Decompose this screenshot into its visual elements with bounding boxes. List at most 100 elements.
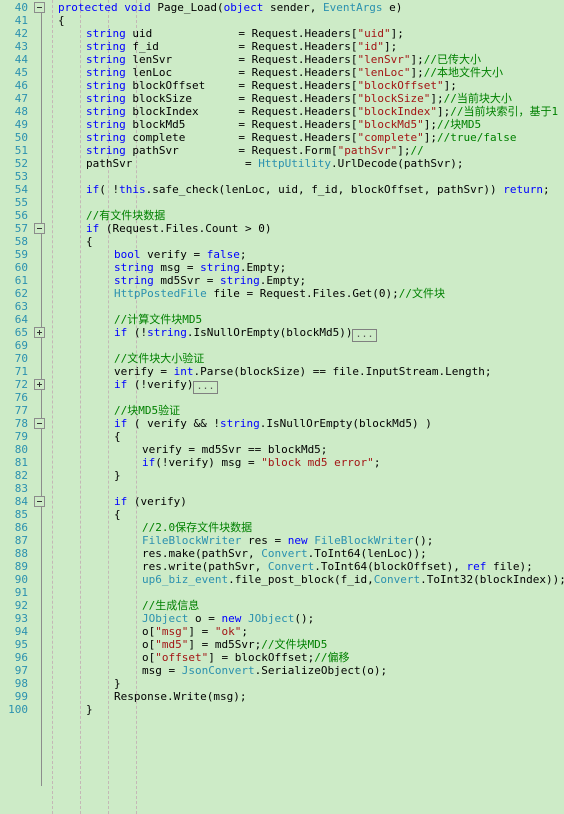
code-line[interactable]: } bbox=[114, 677, 121, 690]
line-number: 89 bbox=[14, 560, 28, 573]
line-number: 98 bbox=[14, 677, 28, 690]
code-token-kw: string bbox=[86, 66, 126, 79]
code-token-cmt: //当前块大小 bbox=[443, 92, 512, 105]
code-line[interactable]: if(!verify) msg = "block md5 error"; bbox=[142, 456, 380, 469]
code-line[interactable]: if( !this.safe_check(lenLoc, uid, f_id, … bbox=[86, 183, 550, 196]
code-line[interactable]: string blockOffset = Request.Headers["bl… bbox=[86, 79, 457, 92]
fold-collapse-icon[interactable] bbox=[34, 223, 45, 234]
code-token-typ: Convert bbox=[373, 573, 421, 586]
code-line[interactable]: //文件块大小验证 bbox=[114, 352, 204, 365]
code-token-pln: } bbox=[86, 703, 93, 716]
code-line[interactable]: { bbox=[58, 14, 65, 27]
line-number: 47 bbox=[14, 92, 28, 105]
code-line[interactable]: string complete = Request.Headers["compl… bbox=[86, 131, 517, 144]
code-line[interactable]: res.make(pathSvr, Convert.ToInt64(lenLoc… bbox=[142, 547, 427, 560]
collapsed-region-marker[interactable]: ... bbox=[193, 381, 218, 394]
line-number: 88 bbox=[14, 547, 28, 560]
code-line[interactable]: if (Request.Files.Count > 0) bbox=[86, 222, 271, 235]
line-number: 40 bbox=[14, 1, 28, 14]
code-line[interactable]: msg = JsonConvert.SerializeObject(o); bbox=[142, 664, 387, 677]
code-line[interactable]: //生成信息 bbox=[142, 599, 199, 612]
fold-collapse-icon[interactable] bbox=[34, 2, 45, 13]
code-line[interactable]: if (!verify)... bbox=[114, 378, 218, 394]
code-token-pln: ] = md5Svr; bbox=[188, 638, 262, 651]
line-number: 57 bbox=[14, 222, 28, 235]
code-token-str: "lenSvr" bbox=[357, 53, 411, 66]
code-token-kw: string bbox=[86, 92, 126, 105]
line-number: 56 bbox=[14, 209, 28, 222]
code-line[interactable]: string blockIndex = Request.Headers["blo… bbox=[86, 105, 558, 118]
code-line[interactable]: if ( verify && !string.IsNullOrEmpty(blo… bbox=[114, 417, 432, 430]
code-line[interactable]: string md5Svr = string.Empty; bbox=[114, 274, 306, 287]
code-line[interactable]: } bbox=[114, 469, 121, 482]
code-line[interactable]: pathSvr = HttpUtility.UrlDecode(pathSvr)… bbox=[86, 157, 464, 170]
code-token-kw: if bbox=[86, 222, 100, 235]
code-line[interactable]: HttpPostedFile file = Request.Files.Get(… bbox=[114, 287, 445, 300]
code-token-kw: string bbox=[86, 27, 126, 40]
code-line[interactable]: Response.Write(msg); bbox=[114, 690, 246, 703]
code-line[interactable]: o["md5"] = md5Svr;//文件块MD5 bbox=[142, 638, 327, 651]
collapsed-region-marker[interactable]: ... bbox=[352, 329, 377, 342]
code-token-kw: object bbox=[223, 1, 264, 14]
code-line[interactable]: o["offset"] = blockOffset;//偏移 bbox=[142, 651, 349, 664]
code-line[interactable]: string uid = Request.Headers["uid"]; bbox=[86, 27, 404, 40]
code-line[interactable]: //有文件块数据 bbox=[86, 209, 165, 222]
code-token-pln: ; bbox=[543, 183, 550, 196]
code-line[interactable]: string f_id = Request.Headers["id"]; bbox=[86, 40, 397, 53]
code-line[interactable]: verify = int.Parse(blockSize) == file.In… bbox=[114, 365, 492, 378]
code-token-pln: ( verify && ! bbox=[127, 417, 220, 430]
code-token-pln: e) bbox=[382, 1, 403, 14]
code-line[interactable]: { bbox=[114, 508, 121, 521]
code-line[interactable]: string lenLoc = Request.Headers["lenLoc"… bbox=[86, 66, 503, 79]
code-token-typ: FileBlockWriter bbox=[314, 534, 414, 547]
code-line[interactable]: verify = md5Svr == blockMd5; bbox=[142, 443, 327, 456]
code-line[interactable]: res.write(pathSvr, Convert.ToInt64(block… bbox=[142, 560, 533, 573]
code-line[interactable]: string msg = string.Empty; bbox=[114, 261, 286, 274]
line-number: 55 bbox=[14, 196, 28, 209]
code-line[interactable]: o["msg"] = "ok"; bbox=[142, 625, 248, 638]
code-line[interactable]: //计算文件块MD5 bbox=[114, 313, 202, 326]
fold-collapse-icon[interactable] bbox=[34, 418, 45, 429]
line-number: 60 bbox=[14, 261, 28, 274]
code-line[interactable]: } bbox=[86, 703, 93, 716]
code-token-str: "complete" bbox=[357, 131, 424, 144]
code-line[interactable]: string blockMd5 = Request.Headers["block… bbox=[86, 118, 481, 131]
code-token-kw: if bbox=[114, 378, 128, 391]
code-line[interactable]: protected void Page_Load(object sender, … bbox=[58, 1, 402, 14]
code-line[interactable]: if (!string.IsNullOrEmpty(blockMd5))... bbox=[114, 326, 377, 342]
code-line[interactable]: { bbox=[114, 430, 121, 443]
code-token-pln: .safe_check(lenLoc, uid, f_id, blockOffs… bbox=[145, 183, 504, 196]
code-line[interactable]: { bbox=[86, 235, 93, 248]
line-number: 72 bbox=[14, 378, 28, 391]
code-line[interactable]: string lenSvr = Request.Headers["lenSvr"… bbox=[86, 53, 481, 66]
code-token-pln: file = Request.Files.Get(0); bbox=[206, 287, 399, 300]
code-line[interactable]: up6_biz_event.file_post_block(f_id,Conve… bbox=[142, 573, 564, 586]
fold-collapse-icon[interactable] bbox=[34, 496, 45, 507]
code-line[interactable]: string pathSvr = Request.Form["pathSvr"]… bbox=[86, 144, 424, 157]
code-line[interactable]: if (verify) bbox=[114, 495, 187, 508]
fold-expand-icon[interactable] bbox=[34, 379, 45, 390]
code-token-typ: JObject bbox=[247, 612, 295, 625]
code-surface[interactable]: protected void Page_Load(object sender, … bbox=[52, 0, 564, 814]
line-number: 63 bbox=[14, 300, 28, 313]
code-token-pln: res.make(pathSvr, bbox=[142, 547, 262, 560]
code-line[interactable]: JObject o = new JObject(); bbox=[142, 612, 314, 625]
code-line[interactable]: bool verify = false; bbox=[114, 248, 246, 261]
code-token-kw: if bbox=[86, 183, 100, 196]
code-line[interactable]: string blockSize = Request.Headers["bloc… bbox=[86, 92, 512, 105]
code-token-pln: (); bbox=[413, 534, 434, 547]
code-token-pln: (verify) bbox=[127, 495, 187, 508]
code-token-cmt: //当前块索引，基于1 bbox=[450, 105, 559, 118]
code-token-pln: f_id = Request.Headers[ bbox=[125, 40, 358, 53]
code-token-cmt: //计算文件块MD5 bbox=[114, 313, 203, 326]
line-number: 70 bbox=[14, 352, 28, 365]
fold-gutter[interactable] bbox=[30, 0, 52, 814]
code-token-pln: o = bbox=[188, 612, 222, 625]
code-token-pln: blockOffset = Request.Headers[ bbox=[125, 79, 358, 92]
code-token-pln: blockMd5 = Request.Headers[ bbox=[125, 118, 358, 131]
code-line[interactable]: //块MD5验证 bbox=[114, 404, 180, 417]
code-editor[interactable]: 40 41 42 43 44 45 46 47 48 49 50 51 52 53 54 55 56 57 58 59… bbox=[0, 0, 564, 814]
code-line[interactable]: //2.0保存文件块数据 bbox=[142, 521, 252, 534]
fold-expand-icon[interactable] bbox=[34, 327, 45, 338]
code-line[interactable]: FileBlockWriter res = new FileBlockWrite… bbox=[142, 534, 433, 547]
